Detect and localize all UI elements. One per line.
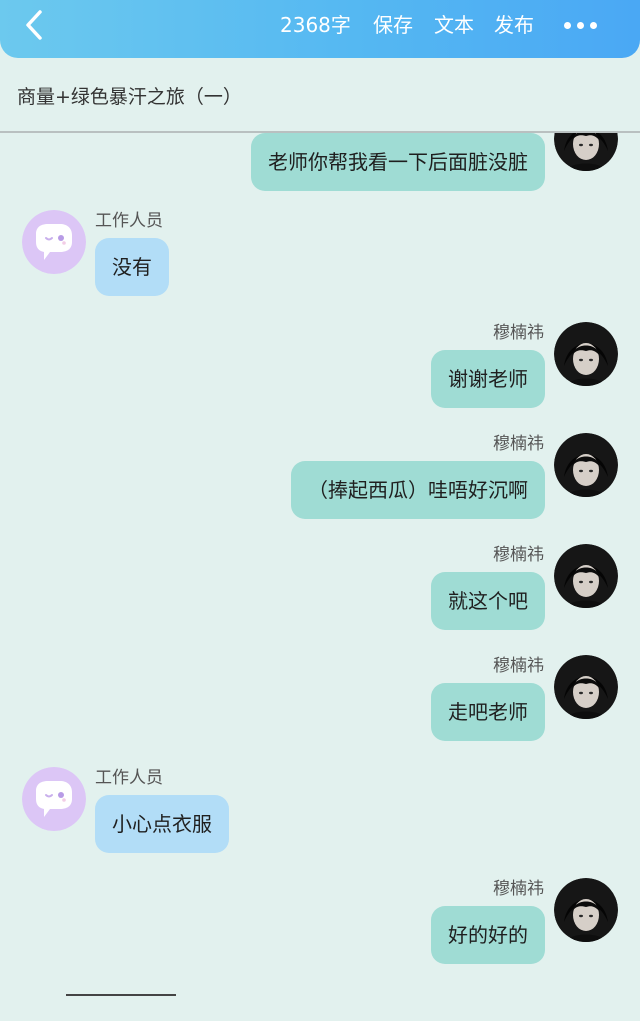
user-avatar[interactable] bbox=[554, 433, 618, 497]
top-bar: 2368字 保存 文本 发布 bbox=[0, 0, 640, 58]
message-bubble[interactable]: 走吧老师 bbox=[431, 683, 545, 741]
back-button[interactable] bbox=[14, 6, 54, 46]
message-bubble[interactable]: 小心点衣服 bbox=[95, 795, 229, 853]
user-avatar[interactable] bbox=[554, 544, 618, 608]
more-button[interactable] bbox=[560, 14, 600, 36]
user-avatar[interactable] bbox=[554, 322, 618, 386]
staff-avatar[interactable] bbox=[22, 210, 86, 274]
message-bubble[interactable]: 好的好的 bbox=[431, 906, 545, 964]
message-bubble[interactable]: 就这个吧 bbox=[431, 572, 545, 630]
word-count: 2368字 bbox=[280, 13, 351, 37]
user-avatar[interactable] bbox=[554, 655, 618, 719]
chat-area[interactable]: 老师你帮我看一下后面脏没脏 工作人员 没有 穆楠祎 谢谢老师 穆楠祎 （捧起西瓜… bbox=[0, 133, 640, 1021]
sender-name: 工作人员 bbox=[95, 211, 163, 231]
sender-name: 穆楠祎 bbox=[493, 879, 544, 899]
sender-name: 穆楠祎 bbox=[493, 545, 544, 565]
title-row: 商量+绿色暴汗之旅（一） bbox=[0, 58, 640, 132]
message-bubble[interactable]: 没有 bbox=[95, 238, 169, 296]
staff-avatar[interactable] bbox=[22, 767, 86, 831]
message-bubble[interactable]: 谢谢老师 bbox=[431, 350, 545, 408]
message-bubble[interactable]: 老师你帮我看一下后面脏没脏 bbox=[251, 133, 545, 191]
user-avatar[interactable] bbox=[554, 878, 618, 942]
sender-name: 工作人员 bbox=[95, 768, 163, 788]
more-dots-icon bbox=[590, 22, 597, 29]
more-dots-icon bbox=[577, 22, 584, 29]
input-underline bbox=[66, 994, 176, 996]
sender-name: 穆楠祎 bbox=[493, 323, 544, 343]
more-dots-icon bbox=[564, 22, 571, 29]
text-button[interactable]: 文本 bbox=[434, 11, 474, 39]
user-avatar[interactable] bbox=[554, 133, 618, 171]
sender-name: 穆楠祎 bbox=[493, 434, 544, 454]
document-title[interactable]: 商量+绿色暴汗之旅（一） bbox=[17, 84, 242, 110]
message-bubble[interactable]: （捧起西瓜）哇唔好沉啊 bbox=[291, 461, 545, 519]
save-button[interactable]: 保存 bbox=[373, 11, 413, 39]
publish-button[interactable]: 发布 bbox=[494, 11, 534, 39]
sender-name: 穆楠祎 bbox=[493, 656, 544, 676]
chevron-left-icon bbox=[26, 10, 42, 40]
